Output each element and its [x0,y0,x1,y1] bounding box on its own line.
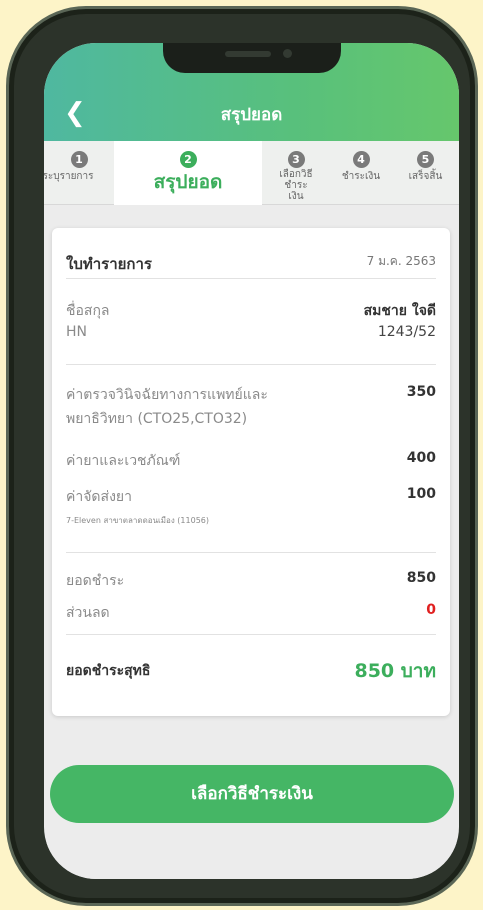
step-number: 1 [70,151,88,168]
item-label: ค่าจัดส่งยา [66,489,132,505]
hn-row: HN 1243/52 [66,324,436,344]
page-title: สรุปยอด [220,105,283,125]
step-2[interactable]: 2 สรุปยอด [114,141,262,205]
step-3[interactable]: 3 เลือกวิธีชำระเงิน [262,141,330,205]
step-5[interactable]: 5 เสร็จสิ้น [392,141,459,205]
hn-value: 1243/52 [377,324,436,340]
divider [66,552,436,553]
item-label: ค่ายาและเวชภัณฑ์ [66,453,181,469]
subtotal-label: ยอดชำระ [66,573,125,589]
net-value: 850 บาท [354,660,436,682]
discount-row: ส่วนลด 0 [66,602,436,622]
phone-notch [163,43,341,73]
item-value: 400 [406,450,436,466]
summary-card: ใบทำรายการ 7 ม.ค. 2563 ชื่อสกุล สมชาย ใจ… [52,228,450,716]
delivery-note: 7-Eleven สาขาตลาดดอนเมือง (11056) [66,516,209,525]
step-4[interactable]: 4 ชำระเงิน [330,141,392,205]
step-label: เสร็จสิ้น [408,171,443,182]
document-date: 7 ม.ค. 2563 [366,254,436,268]
discount-value: 0 [426,602,436,618]
item-label-line1: ค่าตรวจวินิจฉัยทางการแพทย์และ [66,387,268,403]
item-row: ค่าตรวจวินิจฉัยทางการแพทย์และ พยาธิวิทยา… [66,384,436,428]
step-progress: 1 ระบุรายการ 2 สรุปยอด 3 เลือกวิธีชำระเง… [44,141,459,205]
net-label: ยอดชำระสุทธิ [66,663,151,679]
name-label: ชื่อสกุล [66,303,110,319]
item-label-line2: พยาธิวิทยา (CTO25,CTO32) [66,411,248,427]
document-title: ใบทำรายการ [66,255,152,273]
step-number: 5 [417,151,434,168]
step-label: ชำระเงิน [341,171,381,182]
step-label: สรุปยอด [153,171,223,193]
subtotal-row: ยอดชำระ 850 [66,570,436,590]
document-row: ใบทำรายการ 7 ม.ค. 2563 [66,252,436,273]
net-row: ยอดชำระสุทธิ 850 บาท [66,656,436,682]
step-number: 4 [352,151,370,168]
phone-frame: ❮ สรุปยอด 1 ระบุรายการ 2 สรุปยอด 3 เลือก… [6,6,478,906]
name-row: ชื่อสกุล สมชาย ใจดี [66,300,436,320]
divider [66,634,436,635]
subtotal-value: 850 [406,570,436,586]
name-value: สมชาย ใจดี [363,303,436,319]
item-value: 350 [406,384,436,400]
divider [66,364,436,365]
select-payment-button[interactable]: เลือกวิธีชำระเงิน [50,765,454,823]
app-screen: ❮ สรุปยอด 1 ระบุรายการ 2 สรุปยอด 3 เลือก… [44,43,459,879]
item-row: ค่ายาและเวชภัณฑ์ 400 [66,450,436,470]
screen-bottom [44,843,459,879]
item-row: ค่าจัดส่งยา 100 [66,486,436,506]
step-label: ระบุรายการ [44,171,94,182]
step-number: 2 [179,151,197,168]
step-1[interactable]: 1 ระบุรายการ [44,141,114,205]
discount-label: ส่วนลด [66,605,110,621]
hn-label: HN [66,324,87,340]
step-number: 3 [287,151,305,168]
step-label: เลือกวิธีชำระเงิน [279,169,313,202]
divider [66,278,436,279]
item-value: 100 [406,486,436,502]
